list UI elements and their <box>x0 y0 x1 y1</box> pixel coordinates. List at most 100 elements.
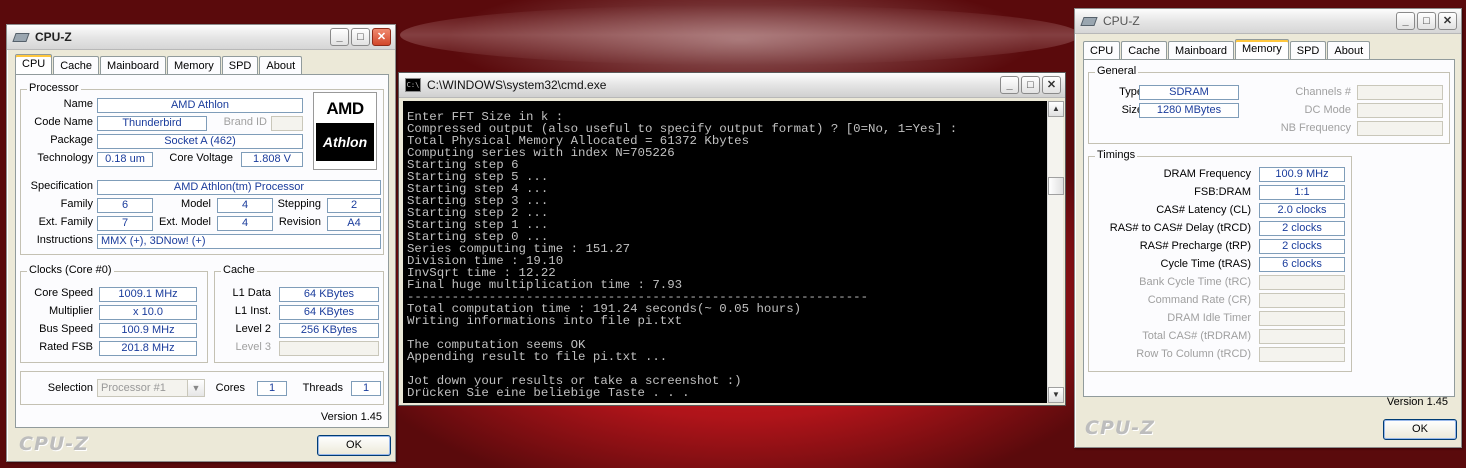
ratedfsb-value: 201.8 MHz <box>99 341 197 356</box>
titlebar[interactable]: CPU-Z _ □ ✕ <box>1075 9 1461 34</box>
level3-value <box>279 341 379 356</box>
close-button[interactable]: ✕ <box>372 28 391 46</box>
timing-value: 100.9 MHz <box>1259 167 1345 182</box>
l1data-value: 64 KBytes <box>279 287 379 302</box>
timing-label: Cycle Time (tRAS) <box>1160 258 1251 270</box>
package-label: Package <box>50 134 93 146</box>
corevoltage-value: 1.808 V <box>241 152 303 167</box>
threads-value: 1 <box>351 381 381 396</box>
tab-cpu[interactable]: CPU <box>15 54 53 74</box>
specification-label: Specification <box>30 180 93 192</box>
model-value: 4 <box>217 198 273 213</box>
timing-value: 2 clocks <box>1259 239 1345 254</box>
timing-value: 1:1 <box>1259 185 1345 200</box>
multiplier-label: Multiplier <box>48 305 93 317</box>
console-output[interactable]: Enter FFT Size in k : Compressed output … <box>403 101 1049 403</box>
maximize-button[interactable]: □ <box>1417 12 1436 30</box>
timing-label: DRAM Idle Timer <box>1167 312 1251 324</box>
channels-value <box>1357 85 1443 100</box>
nbfrequency-value <box>1357 121 1443 136</box>
scroll-thumb[interactable] <box>1048 177 1064 195</box>
memory-tab-panel: General Type SDRAM Size 1280 MBytes Chan… <box>1083 59 1455 408</box>
minimize-button[interactable]: _ <box>1396 12 1415 30</box>
selection-label: Selection <box>47 382 93 394</box>
brandid-value <box>271 116 303 131</box>
dcmode-label: DC Mode <box>1304 104 1351 116</box>
timing-label: RAS# Precharge (tRP) <box>1139 240 1251 252</box>
processor-select-value: Processor #1 <box>101 382 166 394</box>
logo-amd-text: AMD <box>326 99 364 118</box>
cmd-window: C:\ C:\WINDOWS\system32\cmd.exe _ □ ✕ En… <box>398 72 1066 406</box>
cpuz-cpu-window: CPU-Z _ □ ✕ CPU Cache Mainboard Memory S… <box>6 24 396 462</box>
tab-about[interactable]: About <box>1327 41 1371 59</box>
chevron-down-icon[interactable]: ▼ <box>187 380 204 396</box>
tab-mainboard[interactable]: Mainboard <box>1168 41 1235 59</box>
minimize-button[interactable]: _ <box>330 28 349 46</box>
timing-label: Total CAS# (tRDRAM) <box>1142 330 1251 342</box>
codename-label: Code Name <box>34 116 93 128</box>
cpuz-footer-logo: CPU-Z <box>1085 417 1155 439</box>
l1data-label: L1 Data <box>232 287 271 299</box>
cmd-window-title: C:\WINDOWS\system32\cmd.exe <box>427 78 607 92</box>
type-value: SDRAM <box>1139 85 1239 100</box>
minimize-button[interactable]: _ <box>1000 76 1019 94</box>
titlebar[interactable]: CPU-Z _ □ ✕ <box>7 25 395 50</box>
level3-label: Level 3 <box>235 341 271 353</box>
corespeed-value: 1009.1 MHz <box>99 287 197 302</box>
tab-memory[interactable]: Memory <box>167 56 221 74</box>
corespeed-label: Core Speed <box>34 287 93 299</box>
technology-value: 0.18 um <box>97 152 153 167</box>
specification-value: AMD Athlon(tm) Processor <box>97 180 381 195</box>
maximize-button[interactable]: □ <box>351 28 370 46</box>
package-value: Socket A (462) <box>97 134 303 149</box>
clocks-group: Clocks (Core #0) Core Speed 1009.1 MHz M… <box>20 264 208 363</box>
console-line: Appending result to file pi.txt ... <box>407 350 668 364</box>
name-label: Name <box>63 98 93 110</box>
version-text: Version 1.45 <box>1386 396 1448 408</box>
vertical-scrollbar[interactable]: ▲ ▼ <box>1047 101 1064 403</box>
maximize-button[interactable]: □ <box>1021 76 1040 94</box>
close-button[interactable]: ✕ <box>1042 76 1061 94</box>
l1inst-label: L1 Inst. <box>234 305 271 317</box>
timing-value: 2 clocks <box>1259 221 1345 236</box>
tab-cache[interactable]: Cache <box>53 56 100 74</box>
cache-group-title: Cache <box>221 264 257 276</box>
cache-group: Cache L1 Data 64 KBytes L1 Inst. 64 KByt… <box>214 264 384 363</box>
window-title: CPU-Z <box>35 30 72 44</box>
timing-label: FSB:DRAM <box>1194 186 1251 198</box>
processor-group-title: Processor <box>27 82 81 94</box>
brandid-label: Brand ID <box>223 116 267 128</box>
dcmode-value <box>1357 103 1443 118</box>
scroll-up-arrow-icon[interactable]: ▲ <box>1048 101 1064 117</box>
instructions-value: MMX (+), 3DNow! (+) <box>97 234 381 249</box>
channels-label: Channels # <box>1295 86 1351 98</box>
tab-mainboard[interactable]: Mainboard <box>100 56 167 74</box>
version-text: Version 1.45 <box>320 411 382 423</box>
tab-spd[interactable]: SPD <box>1289 41 1327 59</box>
timing-value <box>1259 329 1345 344</box>
ok-button[interactable]: OK <box>317 435 391 456</box>
multiplier-value: x 10.0 <box>99 305 197 320</box>
tab-spd[interactable]: SPD <box>221 56 259 74</box>
timing-label: Command Rate (CR) <box>1147 294 1251 306</box>
cpuz-footer-logo: CPU-Z <box>19 433 89 455</box>
tab-about[interactable]: About <box>259 56 303 74</box>
timing-label: Row To Column (tRCD) <box>1136 348 1251 360</box>
technology-label: Technology <box>37 152 93 164</box>
tab-cache[interactable]: Cache <box>1121 41 1168 59</box>
scroll-down-arrow-icon[interactable]: ▼ <box>1048 387 1064 403</box>
window-title: CPU-Z <box>1103 14 1140 28</box>
close-button[interactable]: ✕ <box>1438 12 1457 30</box>
timings-group: Timings DRAM Frequency 100.9 MHz FSB:DRAM 1… <box>1088 149 1352 372</box>
tab-cpu[interactable]: CPU <box>1083 41 1121 59</box>
timing-label: CAS# Latency (CL) <box>1156 204 1251 216</box>
cores-label: Cores <box>215 382 245 394</box>
cmd-prompt-icon: C:\ <box>405 78 421 92</box>
tab-memory[interactable]: Memory <box>1235 39 1289 59</box>
console-line: Writing informations into file pi.txt <box>407 314 683 328</box>
cmd-titlebar[interactable]: C:\ C:\WINDOWS\system32\cmd.exe _ □ ✕ <box>399 73 1065 98</box>
processor-select[interactable]: Processor #1 ▼ <box>97 379 205 397</box>
extfamily-value: 7 <box>97 216 153 231</box>
l1inst-value: 64 KBytes <box>279 305 379 320</box>
ok-button[interactable]: OK <box>1383 419 1457 440</box>
